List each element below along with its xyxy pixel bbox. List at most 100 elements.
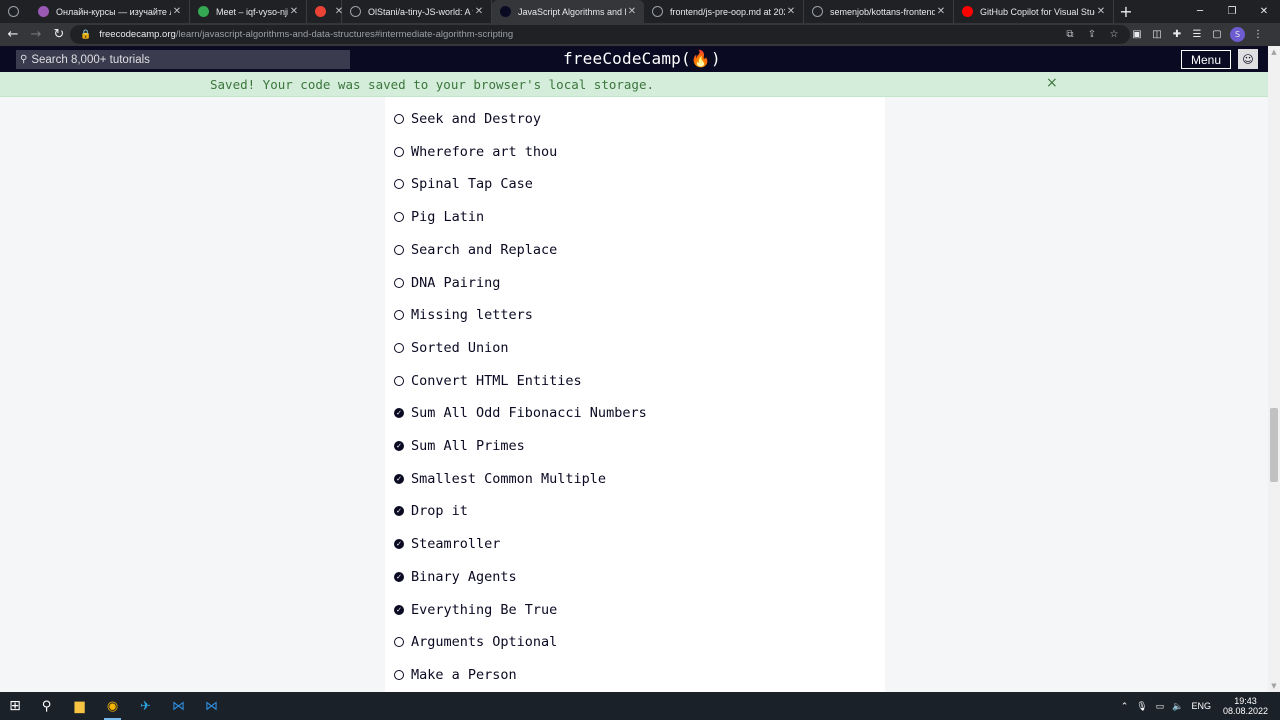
- tab[interactable]: [0, 0, 30, 23]
- tab-close-icon[interactable]: ✕: [288, 6, 300, 17]
- address-bar[interactable]: 🔒 freecodecamp.org/learn/javascript-algo…: [70, 25, 1130, 44]
- challenge-item[interactable]: Missing letters: [394, 304, 533, 326]
- challenge-list: Seek and Destroy Wherefore art thou Spinal…: [385, 97, 885, 692]
- challenge-item[interactable]: ✓ Sum All Primes: [394, 435, 525, 457]
- challenge-item[interactable]: ✓ Binary Agents: [394, 566, 517, 588]
- purple-circle-icon: [38, 6, 49, 17]
- fcc-logo[interactable]: freeCodeCamp(🔥): [563, 49, 721, 68]
- empty-circle-icon: [394, 179, 404, 190]
- file-explorer-icon[interactable]: ▆: [63, 692, 96, 720]
- restore-button[interactable]: ❐: [1216, 0, 1248, 23]
- volume-icon[interactable]: 🔈: [1172, 701, 1183, 712]
- reading-list-icon[interactable]: ☰: [1190, 29, 1204, 40]
- extension-icon[interactable]: ▣: [1130, 29, 1144, 40]
- browser-tab-strip: Онлайн-курсы — изучайте ли ✕ Meet – iqf-vy…: [0, 0, 1280, 23]
- challenge-title: Smallest Common Multiple: [411, 470, 607, 487]
- challenge-item[interactable]: Sorted Union: [394, 337, 509, 359]
- challenge-item[interactable]: DNA Pairing: [394, 272, 500, 294]
- tab-close-icon[interactable]: ✕: [785, 6, 797, 17]
- search-input[interactable]: ⚲ Search 8,000+ tutorials: [16, 50, 350, 69]
- tab[interactable]: ✕: [307, 0, 343, 23]
- tab-close-icon[interactable]: ✕: [171, 6, 183, 17]
- tab[interactable]: semenjob/kottans-frontend ✕: [804, 0, 954, 23]
- windows-start-icon[interactable]: ⊞: [0, 692, 30, 720]
- challenge-title: Sum All Primes: [411, 438, 525, 454]
- challenge-item[interactable]: Seek and Destroy: [394, 108, 541, 130]
- network-icon[interactable]: ▭: [1156, 701, 1165, 712]
- tab-close-icon[interactable]: ✕: [1095, 6, 1107, 17]
- clock[interactable]: 19:43 08.08.2022: [1219, 696, 1272, 716]
- challenge-item[interactable]: Arguments Optional: [394, 631, 557, 653]
- bookmark-star-icon[interactable]: ☆: [1106, 29, 1122, 40]
- scroll-thumb[interactable]: [1270, 408, 1278, 482]
- chrome-icon[interactable]: ◉: [96, 692, 129, 720]
- profile-avatar[interactable]: S: [1230, 27, 1245, 42]
- challenge-item[interactable]: Search and Replace: [394, 239, 557, 261]
- chevron-up-icon[interactable]: ⌃: [1121, 701, 1129, 712]
- browser-toolbar: ← → ↻ 🔒 freecodecamp.org/learn/javascrip…: [0, 23, 1280, 46]
- challenge-item[interactable]: ✓ Sum All Odd Fibonacci Numbers: [394, 402, 647, 424]
- tab[interactable]: OlStani/a-tiny-JS-world: A tiny✕: [342, 0, 492, 23]
- scroll-up-arrow-icon[interactable]: ▲: [1268, 46, 1280, 58]
- reload-button[interactable]: ↻: [49, 25, 69, 45]
- new-tab-button[interactable]: +: [1114, 0, 1138, 23]
- extensions-area: ▣ ◫ ✚ ☰ ▢ S ⋮: [1130, 23, 1265, 46]
- language-indicator[interactable]: ENG: [1191, 701, 1211, 711]
- tab[interactable]: Meet – iqf-vyso-nji ✕: [190, 0, 307, 23]
- youtube-icon: [962, 6, 973, 17]
- tab-close-icon[interactable]: ✕: [935, 6, 947, 17]
- tab-close-icon[interactable]: ✕: [473, 6, 485, 17]
- challenge-item[interactable]: Convert HTML Entities: [394, 370, 582, 392]
- challenge-title: Make a Person: [411, 666, 517, 683]
- search-icon: ⚲: [20, 54, 28, 65]
- check-circle-icon: ✓: [394, 473, 404, 484]
- vscode-icon[interactable]: ⋈: [162, 692, 195, 720]
- vscode-icon[interactable]: ⋈: [195, 692, 228, 720]
- translate-icon[interactable]: ⧉: [1062, 29, 1078, 40]
- tab-title: semenjob/kottans-frontend: [830, 6, 935, 17]
- url-host: freecodecamp.org: [99, 29, 176, 40]
- forward-button[interactable]: →: [26, 25, 46, 45]
- puzzle-icon[interactable]: ✚: [1170, 29, 1184, 40]
- scroll-down-arrow-icon[interactable]: ▼: [1268, 680, 1280, 692]
- tab[interactable]: Онлайн-курсы — изучайте ли ✕: [30, 0, 190, 23]
- more-menu-icon[interactable]: ⋮: [1251, 29, 1265, 40]
- challenge-item[interactable]: ✓ Everything Be True: [394, 599, 557, 621]
- check-circle-icon: ✓: [394, 506, 404, 517]
- user-avatar[interactable]: ☺: [1238, 49, 1258, 69]
- tab-active[interactable]: JavaScript Algorithms and Data✕: [492, 0, 644, 23]
- microphone-icon[interactable]: 🎙: [1136, 701, 1147, 712]
- minimize-button[interactable]: ─: [1184, 0, 1216, 23]
- close-icon[interactable]: ×: [1046, 75, 1058, 91]
- close-window-button[interactable]: ✕: [1248, 0, 1280, 23]
- menu-button[interactable]: Menu: [1181, 50, 1231, 69]
- challenge-item[interactable]: Wherefore art thou: [394, 141, 557, 163]
- challenge-item[interactable]: ✓ Steamroller: [394, 533, 500, 555]
- tab[interactable]: GitHub Copilot for Visual Studi ✕: [954, 0, 1114, 23]
- challenge-item[interactable]: Spinal Tap Case: [394, 173, 533, 195]
- challenge-title: Drop it: [411, 503, 468, 520]
- share-icon[interactable]: ⇪: [1084, 29, 1100, 40]
- extension-icon[interactable]: ◫: [1150, 29, 1164, 40]
- page-scrollbar[interactable]: ▲ ▼: [1268, 46, 1280, 692]
- tab[interactable]: frontend/js-pre-oop.md at 202 ✕: [644, 0, 804, 23]
- empty-circle-icon: [394, 146, 404, 157]
- challenge-item[interactable]: ✓ Drop it: [394, 500, 468, 522]
- challenge-item[interactable]: ✓ Smallest Common Multiple: [394, 468, 606, 490]
- challenge-title: Sum All Odd Fibonacci Numbers: [411, 405, 647, 422]
- challenge-item[interactable]: Pig Latin: [394, 206, 484, 228]
- search-icon[interactable]: ⚲: [30, 692, 63, 720]
- challenge-title: Sorted Union: [411, 339, 509, 356]
- tab-close-icon[interactable]: ✕: [626, 6, 638, 17]
- fcc-navbar: ⚲ Search 8,000+ tutorials freeCodeCamp(🔥…: [0, 46, 1268, 72]
- clock-time: 19:43: [1234, 696, 1257, 706]
- challenge-item[interactable]: Make a Person: [394, 664, 517, 686]
- check-circle-icon: ✓: [394, 539, 404, 550]
- challenge-title: Seek and Destroy: [411, 111, 542, 127]
- telegram-icon[interactable]: ✈: [129, 692, 162, 720]
- side-panel-icon[interactable]: ▢: [1210, 29, 1224, 40]
- url-path: /learn/javascript-algorithms-and-data-st…: [175, 29, 514, 40]
- lock-icon: 🔒: [80, 29, 92, 39]
- search-placeholder: Search 8,000+ tutorials: [31, 53, 150, 66]
- back-button[interactable]: ←: [3, 25, 23, 45]
